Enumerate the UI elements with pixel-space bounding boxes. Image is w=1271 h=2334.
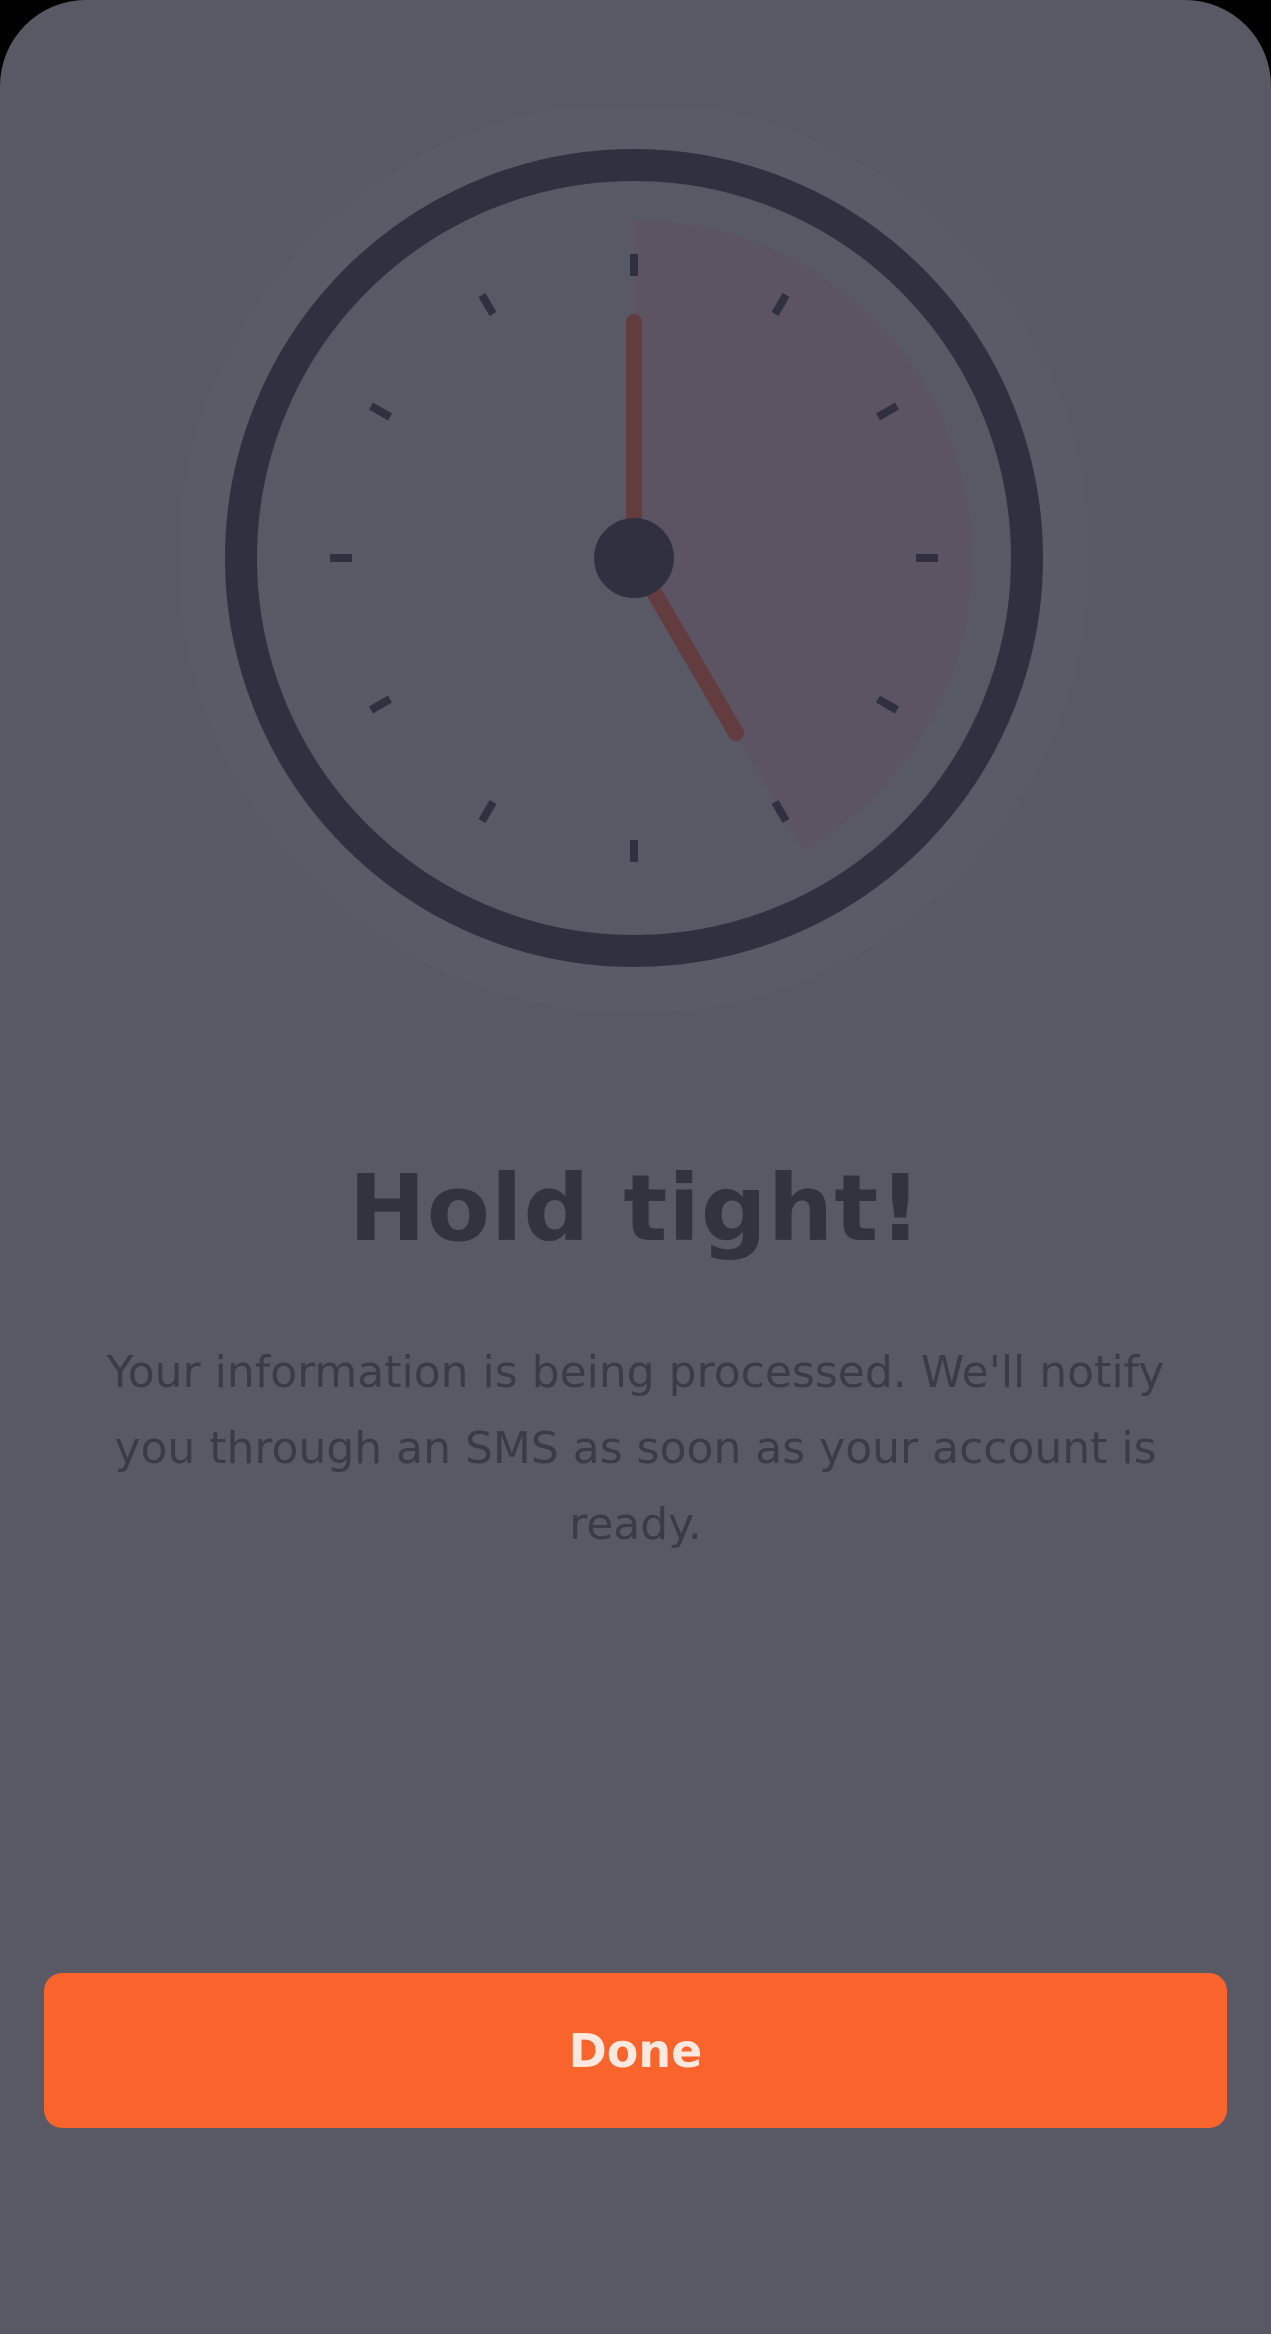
- clock-icon: [179, 110, 1089, 1013]
- clock-illustration: [166, 110, 1102, 1046]
- clock-hub: [594, 518, 674, 598]
- page-title: Hold tight!: [348, 1155, 923, 1262]
- status-screen: Hold tight! Your information is being pr…: [0, 0, 1271, 2334]
- done-button[interactable]: Done: [44, 1973, 1227, 2128]
- status-message: Your information is being processed. We'…: [106, 1347, 1165, 1550]
